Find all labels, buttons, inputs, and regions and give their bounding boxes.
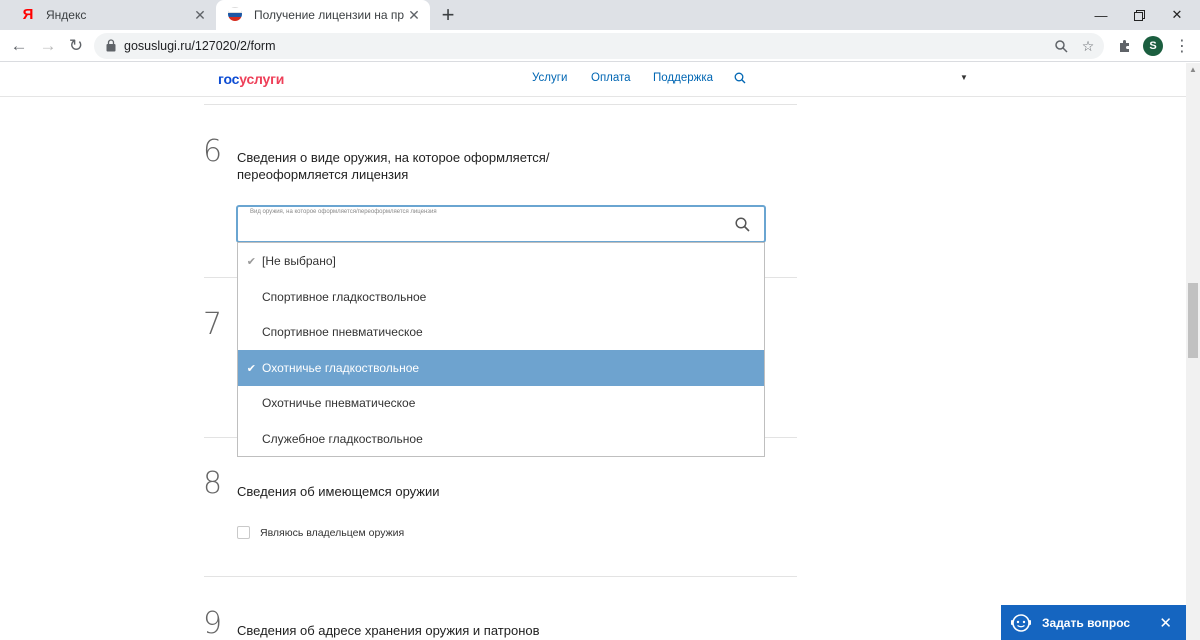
dropdown-option[interactable]: Спортивное пневматическое xyxy=(238,314,764,350)
close-tab-icon[interactable]: ✕ xyxy=(404,7,424,24)
step-number: 6 xyxy=(203,134,223,169)
dropdown-option[interactable]: ✔ [Не выбрано] xyxy=(238,243,764,279)
menu-dots-icon[interactable]: ⋮ xyxy=(1171,35,1193,57)
address-bar[interactable]: gosuslugi.ru/127020/2/form ☆ xyxy=(94,33,1104,59)
dropdown-option-selected[interactable]: ✔ Охотничье гладкоствольное xyxy=(238,350,764,386)
tab-gosuslugi[interactable]: Получение лицензии на приоб ✕ xyxy=(216,0,430,30)
dropdown-option[interactable]: Служебное гладкоствольное xyxy=(238,421,764,457)
page-scrollbar[interactable]: ▲ xyxy=(1186,63,1200,640)
scrollbar-thumb[interactable] xyxy=(1188,283,1198,358)
dropdown-option[interactable]: Спортивное гладкоствольное xyxy=(238,279,764,315)
divider xyxy=(204,104,797,105)
gosuslugi-logo[interactable]: госуслуги xyxy=(218,71,284,87)
nav-services[interactable]: Услуги xyxy=(532,72,567,84)
profile-avatar[interactable]: S xyxy=(1143,36,1163,56)
close-tab-icon[interactable]: ✕ xyxy=(190,7,210,24)
window-close-icon[interactable]: ✕ xyxy=(1154,0,1200,30)
scroll-up-icon[interactable]: ▲ xyxy=(1189,65,1197,74)
search-icon xyxy=(735,217,750,232)
nav-support[interactable]: Поддержка xyxy=(653,72,713,84)
weapon-owner-checkbox[interactable] xyxy=(237,526,250,539)
step-number: 8 xyxy=(203,466,223,501)
combobox-placeholder: Вид оружия, на которое оформляется/перео… xyxy=(250,209,437,215)
zoom-icon[interactable] xyxy=(1052,37,1070,55)
tab-title: Получение лицензии на приоб xyxy=(254,8,404,22)
ask-question-label: Задать вопрос xyxy=(1042,615,1131,630)
bookmark-star-icon[interactable]: ☆ xyxy=(1079,37,1097,55)
checkmark-icon: ✔ xyxy=(246,255,256,268)
dropdown-option[interactable]: Охотничье пневматическое xyxy=(238,385,764,421)
divider xyxy=(204,576,797,577)
extensions-icon[interactable] xyxy=(1114,35,1136,57)
step-number: 7 xyxy=(203,307,223,342)
step-number: 9 xyxy=(203,606,223,640)
page-content: госуслуги Услуги Оплата Поддержка ▼ 6 Св… xyxy=(0,63,1186,640)
chatbot-icon xyxy=(1011,613,1031,632)
yandex-icon: Я xyxy=(22,6,34,23)
close-icon[interactable]: ✕ xyxy=(1159,614,1172,632)
site-header: госуслуги Услуги Оплата Поддержка ▼ xyxy=(0,63,1186,97)
new-tab-button[interactable]: + xyxy=(436,2,460,28)
url-text: gosuslugi.ru/127020/2/form xyxy=(124,39,276,53)
step-title: Сведения о виде оружия, на которое оформ… xyxy=(237,150,550,182)
forward-icon[interactable]: → xyxy=(37,35,59,57)
weapon-type-dropdown: ✔ [Не выбрано] Спортивное гладкоствольно… xyxy=(237,242,765,457)
lock-icon xyxy=(106,39,116,52)
browser-tab-bar: Я Яндекс ✕ Получение лицензии на приоб ✕… xyxy=(0,0,1200,30)
nav-payment[interactable]: Оплата xyxy=(591,72,631,84)
reload-icon[interactable]: ↻ xyxy=(65,35,87,57)
ask-question-widget[interactable]: Задать вопрос ✕ xyxy=(1001,605,1186,640)
weapon-type-combobox[interactable]: Вид оружия, на которое оформляется/перео… xyxy=(236,205,766,243)
step-title: Сведения об имеющемся оружии xyxy=(237,484,440,499)
checkbox-label[interactable]: Являюсь владельцем оружия xyxy=(260,527,404,539)
tab-title: Яндекс xyxy=(46,8,87,22)
chevron-down-icon[interactable]: ▼ xyxy=(960,73,968,82)
russia-flag-icon xyxy=(228,7,244,23)
tab-yandex[interactable]: Я Яндекс ✕ xyxy=(8,0,216,30)
step-title: Сведения об адресе хранения оружия и пат… xyxy=(237,623,540,638)
browser-toolbar: ← → ↻ gosuslugi.ru/127020/2/form ☆ S ⋮ xyxy=(0,30,1200,62)
back-icon[interactable]: ← xyxy=(8,35,30,57)
checkmark-icon: ✔ xyxy=(246,362,256,375)
search-icon[interactable] xyxy=(734,72,746,84)
